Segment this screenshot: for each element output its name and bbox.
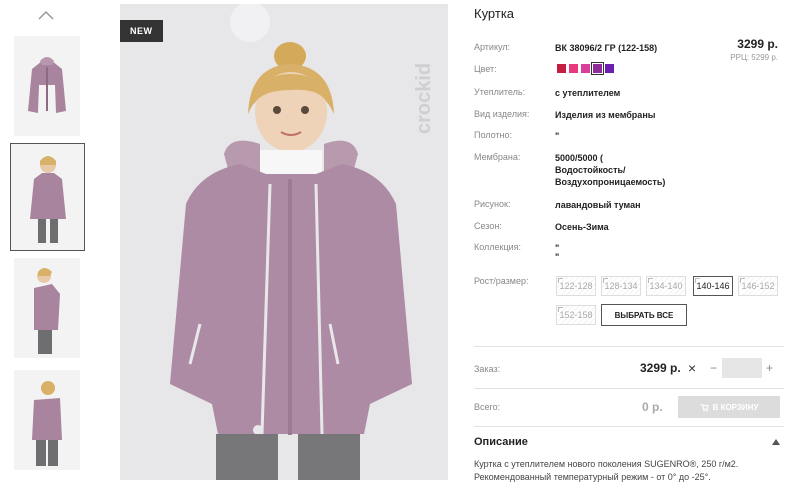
girl-side-thumbnail-image [34,268,60,354]
main-product-photo[interactable]: NEW crockid [120,4,448,480]
cart-icon [700,403,709,412]
quantity-increase-button[interactable]: + [766,361,773,375]
thumbnail-gallery [0,0,100,480]
spec-value: лавандовый туман [555,200,641,210]
spec-label: Сезон: [474,221,502,231]
divider [474,346,784,347]
description-text: Куртка с утеплителем нового поколения SU… [474,458,784,484]
thumbnail-girl-back[interactable] [14,370,80,470]
collapse-triangle-icon[interactable] [772,439,780,445]
color-swatch-pink[interactable] [569,64,578,73]
girl-in-jacket-image [170,4,412,480]
description-line: Куртка с утеплителем нового поколения SU… [474,459,739,469]
total-value: 0 р. [642,400,663,414]
crockid-logo: crockid [414,63,435,134]
color-swatch-red[interactable] [557,64,566,73]
product-rrp: РРЦ: 5299 р. [730,53,778,62]
new-badge: NEW [120,20,163,42]
spec-label: Мембрана: [474,152,521,162]
size-option-selected[interactable]: 140-146 [693,276,733,296]
thumbnail-jacket-front[interactable] [14,36,80,136]
size-option[interactable]: 128-134 [601,276,641,296]
girl-back-thumbnail-image [32,381,62,466]
spec-label: Цвет: [474,64,497,74]
chevron-up-icon[interactable] [38,10,54,20]
size-option[interactable]: 146-152 [738,276,778,296]
clear-order-icon[interactable]: × [688,360,696,376]
spec-value: Изделия из мембраны [555,110,656,120]
add-to-cart-button[interactable]: В КОРЗИНУ [678,396,780,418]
quantity-input[interactable] [722,358,762,378]
size-option[interactable]: 122-128 [556,276,596,296]
divider [474,388,784,389]
color-swatch-magenta[interactable] [581,64,590,73]
description-heading[interactable]: Описание [474,436,528,448]
thumbnail-girl-side[interactable] [14,258,80,358]
spec-label: Коллекция: [474,242,522,252]
order-price: 3299 р. [640,361,681,375]
color-swatch-violet[interactable] [605,64,614,73]
spec-value-line: Воздухопроницаемость) [555,177,666,187]
spec-value: с утеплителем [555,88,621,98]
spec-value: Осень-Зима [555,222,609,232]
size-label: Рост/размер: [474,276,529,286]
spec-value: ВК 38096/2 ГР (122-158) [555,43,658,53]
jacket-thumbnail-image [28,57,66,113]
spec-label: Артикул: [474,42,511,52]
page-title: Куртка [474,6,515,21]
color-swatch-purple-selected[interactable] [591,62,604,75]
quantity-decrease-button[interactable]: − [710,361,717,375]
product-info-panel: Куртка 3299 р. РРЦ: 5299 р. Артикул: ВК … [474,0,784,482]
description-line: Рекомендованный температурный режим - от… [474,472,711,482]
spec-label: Полотно: [474,130,513,140]
color-swatches [557,62,614,75]
thumbnail-girl-front[interactable] [10,143,85,251]
spec-value: " [555,131,560,141]
spec-value-line: " [555,252,560,262]
order-label: Заказ: [474,364,501,374]
spec-label: Утеплитель: [474,87,526,97]
total-label: Всего: [474,402,501,412]
product-price: 3299 р. [737,37,778,51]
size-option[interactable]: 152-158 [556,305,596,325]
brand-logo-text: crockid [414,63,435,134]
select-all-button[interactable]: ВЫБРАТЬ ВСЕ [601,304,687,326]
spec-label: Рисунок: [474,199,511,209]
girl-thumbnail-image [29,156,66,243]
divider [474,426,784,427]
size-option[interactable]: 134-140 [646,276,686,296]
spec-label: Вид изделия: [474,109,530,119]
add-to-cart-label: В КОРЗИНУ [712,402,759,412]
